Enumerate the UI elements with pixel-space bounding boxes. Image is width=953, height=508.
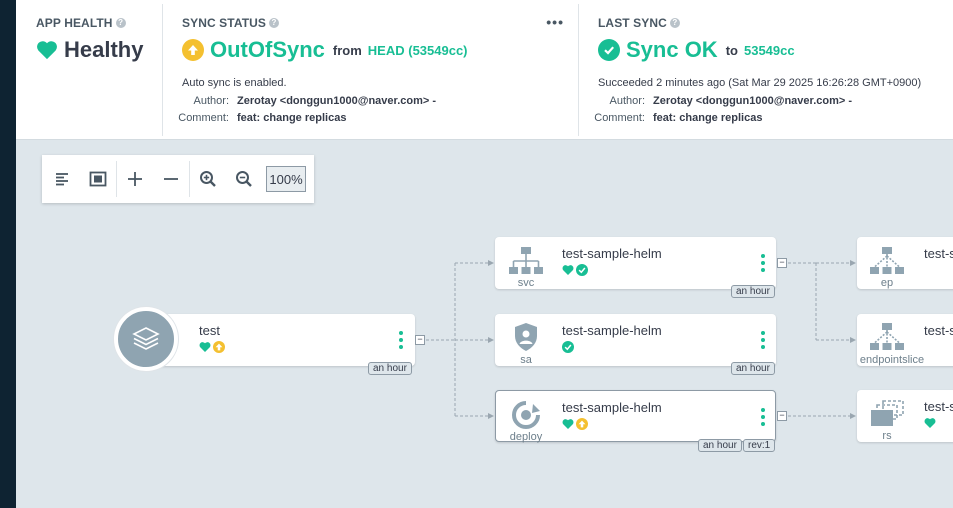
service-account-icon <box>515 323 537 351</box>
rs-node[interactable]: rs test-s <box>857 390 953 442</box>
collapse-toggle[interactable]: − <box>415 335 425 345</box>
node-name: test-sample-helm <box>562 323 662 338</box>
age-tag: an hour <box>731 362 775 375</box>
synced-check-icon <box>562 341 574 353</box>
sa-node[interactable]: sa test-sample-helm <box>495 314 776 366</box>
age-tag: an hour <box>731 285 775 298</box>
application-icon <box>114 307 178 371</box>
ep-node[interactable]: ep test-s <box>857 237 953 289</box>
node-menu-icon[interactable] <box>760 331 766 349</box>
node-status-icons <box>199 341 225 353</box>
node-status-icons <box>562 418 588 430</box>
node-status-icons <box>562 341 574 353</box>
node-status-icons <box>924 417 936 429</box>
collapse-toggle[interactable]: − <box>777 411 787 421</box>
node-kind-label: endpointslice <box>859 354 925 366</box>
service-icon <box>509 247 543 274</box>
node-kind-label: svc <box>517 277 535 289</box>
endpointslice-node[interactable]: endpointslice test-s <box>857 314 953 366</box>
node-name: test-s <box>924 323 953 338</box>
collapse-toggle[interactable]: − <box>777 258 787 268</box>
node-menu-icon[interactable] <box>760 408 766 426</box>
node-name: test-s <box>924 399 953 414</box>
replicaset-icon <box>871 400 904 426</box>
node-name: test-sample-helm <box>562 400 662 415</box>
deployment-icon <box>512 401 540 429</box>
node-kind-label: deploy <box>509 431 543 443</box>
node-menu-icon[interactable] <box>760 254 766 272</box>
heart-icon <box>562 265 574 275</box>
heart-icon <box>924 418 936 428</box>
node-kind-label: sa <box>520 354 532 366</box>
node-name: test-sample-helm <box>562 246 662 261</box>
revision-tag: rev:1 <box>743 439 776 452</box>
node-name: test <box>199 323 220 338</box>
node-kind-label: ep <box>880 277 894 289</box>
app-node[interactable]: test <box>146 314 415 366</box>
graph-edges <box>426 260 856 419</box>
node-kind-label: rs <box>882 430 892 442</box>
synced-check-icon <box>576 264 588 276</box>
out-of-sync-icon <box>576 418 588 430</box>
out-of-sync-icon <box>213 341 225 353</box>
node-name: test-s <box>924 246 953 261</box>
deploy-node[interactable]: deploy test-sample-helm <box>495 390 776 443</box>
endpoint-slice-icon <box>870 323 904 350</box>
endpoints-icon <box>870 247 904 274</box>
node-status-icons <box>562 264 588 276</box>
heart-icon <box>562 419 574 429</box>
svc-node[interactable]: svc test-sample-helm <box>495 237 776 289</box>
node-menu-icon[interactable] <box>398 331 404 349</box>
age-tag: an hour <box>698 439 742 452</box>
heart-icon <box>199 342 211 352</box>
age-tag: an hour <box>368 362 412 375</box>
